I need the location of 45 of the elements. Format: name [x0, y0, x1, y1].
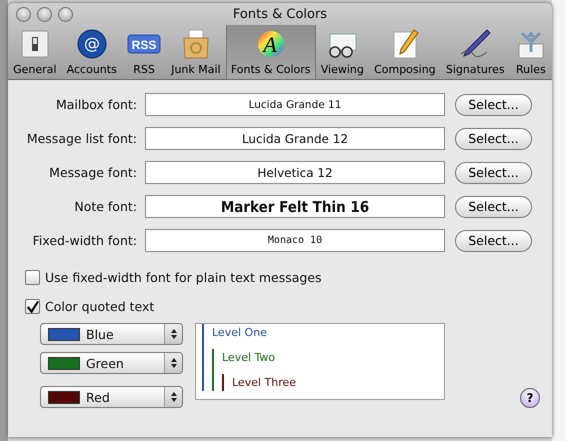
zoom-button[interactable]: [58, 7, 73, 22]
select-button[interactable]: Select...: [455, 230, 532, 252]
field-label: Message list font:: [26, 131, 137, 146]
stepper-arrows-icon: [164, 353, 182, 373]
checkbox-label: Use fixed-width font for plain text messages: [45, 270, 322, 285]
stepper-arrows-icon: [164, 324, 182, 344]
font-field[interactable]: Helvetica 12: [145, 161, 445, 184]
fountain-pen-icon: [459, 28, 492, 60]
select-button[interactable]: Select...: [455, 196, 532, 218]
checkbox[interactable]: [25, 299, 40, 314]
color-popup[interactable]: Green: [40, 352, 183, 374]
stepper-arrows-icon: [164, 387, 182, 407]
select-button[interactable]: Select...: [455, 128, 532, 150]
toolbar-tab[interactable]: RSS RSS: [122, 25, 166, 79]
toolbar-tab[interactable]: @ Accounts: [62, 25, 122, 79]
toolbar-tab[interactable]: Signatures: [440, 25, 510, 79]
help-button[interactable]: ?: [520, 388, 540, 408]
field-label: Message font:: [48, 165, 137, 180]
toolbar-tab[interactable]: General: [8, 25, 62, 79]
at-sign-icon: @: [76, 28, 108, 60]
toolbar-tab[interactable]: Junk Mail: [166, 25, 226, 79]
minimize-button[interactable]: [37, 7, 52, 22]
quote-text: Level Two: [222, 350, 276, 366]
font-field[interactable]: Lucida Grande 11: [145, 93, 445, 116]
select-button[interactable]: Select...: [455, 162, 532, 184]
field-label: Note font:: [73, 199, 137, 214]
field-label: Fixed-width font:: [32, 233, 137, 248]
toolbar-tab[interactable]: Composing: [368, 25, 441, 79]
window-title: Fonts & Colors: [232, 6, 328, 22]
switch-icon: [18, 28, 51, 60]
checkbox-label: Color quoted text: [45, 299, 154, 314]
toolbar-tab[interactable]: Viewing: [316, 25, 369, 79]
color-popup[interactable]: Red: [40, 386, 183, 408]
select-button[interactable]: Select...: [455, 94, 532, 116]
font-field[interactable]: Lucida Grande 12: [145, 127, 445, 150]
close-button[interactable]: [16, 7, 31, 22]
field-label: Mailbox font:: [54, 97, 137, 112]
font-field[interactable]: Monaco 10: [145, 229, 445, 252]
checkbox[interactable]: [25, 270, 40, 285]
toolbar-tab[interactable]: A Fonts & Colors: [226, 25, 316, 79]
font-field[interactable]: Marker Felt Thin 16: [145, 195, 445, 218]
color-popup[interactable]: Blue: [40, 323, 183, 345]
quote-text: Level Three: [232, 375, 298, 391]
toolbar-tab[interactable]: Rules: [510, 25, 552, 79]
quote-text: Level One: [212, 325, 268, 341]
